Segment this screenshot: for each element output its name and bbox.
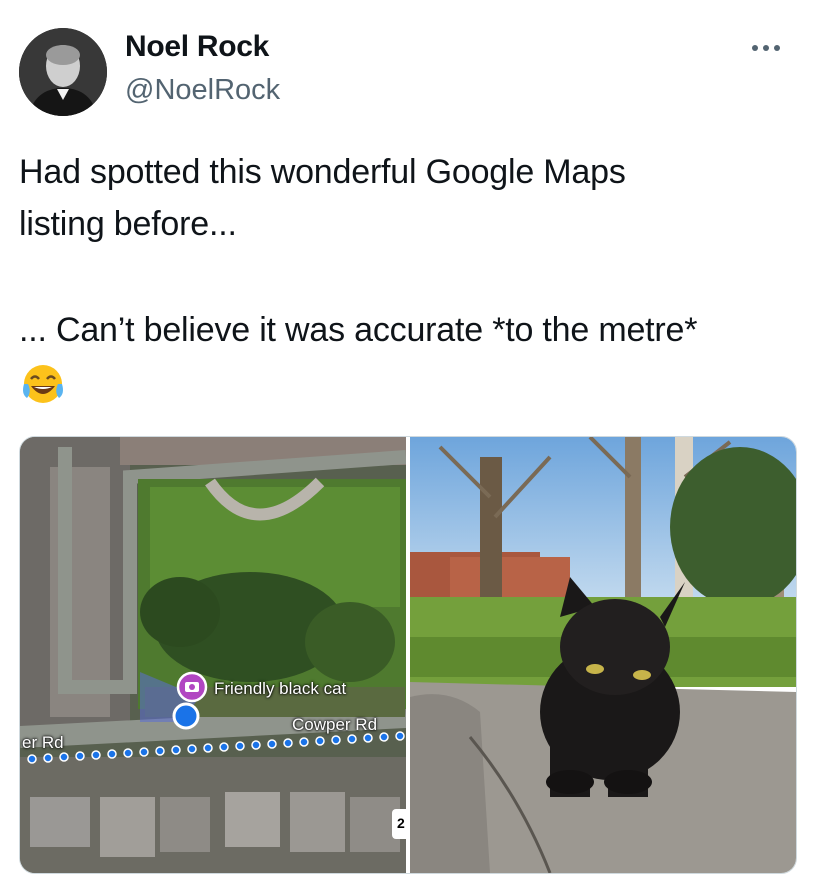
tweet-media[interactable]: Friendly black cat Cowper Rd er Rd 2 [19, 436, 797, 874]
map-screenshot-image[interactable]: Friendly black cat Cowper Rd er Rd 2 [20, 437, 412, 873]
tweet-text-line-1: Had spotted this wonderful Google Maps [19, 153, 626, 191]
tweet-text-line-2: listing before... [19, 205, 237, 243]
author-handle[interactable]: @NoelRock [125, 74, 280, 107]
map-pin-label: Friendly black cat [214, 679, 347, 698]
author-avatar[interactable] [19, 28, 107, 116]
map-road-label-left: er Rd [22, 733, 64, 752]
author-name[interactable]: Noel Rock [125, 30, 269, 64]
map-road-label-main: Cowper Rd [292, 715, 378, 734]
more-options-icon[interactable] [752, 38, 796, 58]
tweet-text-line-3: ... Can’t believe it was accurate *to th… [19, 311, 698, 349]
face-with-tears-of-joy-icon [23, 365, 63, 403]
black-cat-photo[interactable] [410, 437, 796, 873]
map-scale-badge: 2 [397, 815, 405, 831]
